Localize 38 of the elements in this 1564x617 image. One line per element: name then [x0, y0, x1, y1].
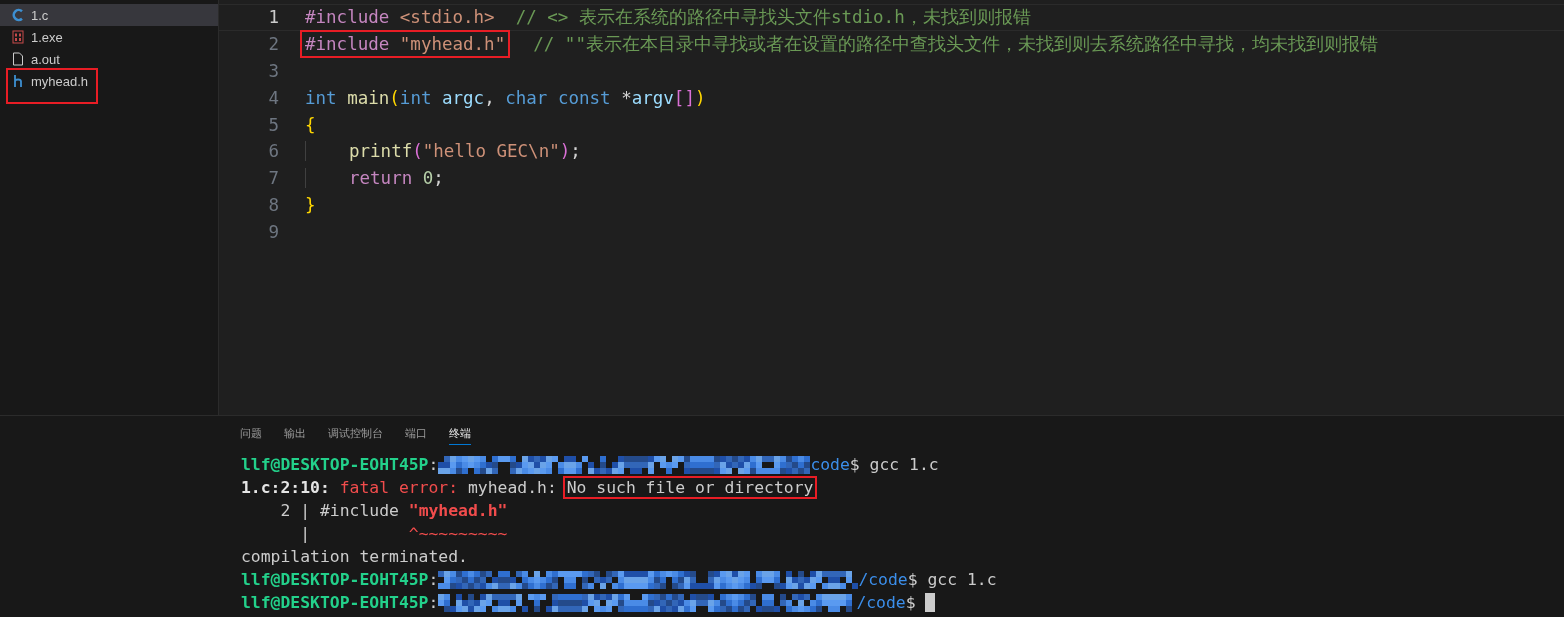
text-cursor: [925, 593, 936, 612]
terminal-text: llf@DESKTOP-EOHT45P:: [241, 593, 439, 612]
terminal-text: compilation terminated.: [241, 547, 468, 566]
panel-tab[interactable]: 终端: [449, 426, 471, 445]
file-item[interactable]: 1.exe: [0, 26, 218, 48]
file-item[interactable]: myhead.h: [0, 70, 218, 92]
line-number: 2: [267, 34, 280, 55]
code-text: #include <stdio.h> // <> 表示在系统的路径中寻找头文件stdio.h，未找到则报错: [305, 6, 1031, 30]
terminal-text: No such file or directory: [566, 478, 814, 497]
code-text: {: [305, 114, 316, 135]
terminal-text: /code$: [856, 593, 917, 612]
panel-tab[interactable]: 端口: [405, 426, 427, 445]
panel-tab[interactable]: 调试控制台: [328, 426, 383, 445]
line-number: 5: [267, 114, 280, 135]
terminal-text: code$ gcc 1.c: [810, 455, 939, 474]
line-number: 3: [267, 61, 280, 81]
line-number: 1: [267, 7, 280, 28]
line-number: 8: [267, 194, 280, 215]
panel-tab[interactable]: 输出: [284, 426, 306, 445]
code-text: return 0;: [349, 168, 444, 189]
line-number: 4: [267, 87, 280, 108]
code-text: #include "myhead.h": [305, 34, 506, 55]
file-item[interactable]: 1.c: [0, 4, 218, 26]
code-text: }: [305, 194, 316, 215]
terminal-text: | ^~~~~~~~~~: [299, 524, 508, 543]
code-text: int main(int argc, char const *argv[]): [305, 87, 706, 108]
line-number: 6: [267, 141, 280, 162]
terminal-text: 1.c:2:10: fatal error: myhead.h:: [241, 478, 558, 497]
line-number: 9: [267, 221, 280, 242]
terminal-text: 2 | #include "myhead.h": [279, 501, 508, 520]
file-item[interactable]: a.out: [0, 48, 218, 70]
terminal-text: /code$ gcc 1.c: [858, 570, 997, 589]
line-number: 7: [267, 168, 280, 189]
code-text: printf("hello GEC\n");: [349, 141, 581, 162]
code-text: // ""表示在本目录中寻找或者在设置的路径中查找头文件，未找到则去系统路径中寻找，均未找到则报错: [532, 33, 1378, 57]
terminal-text: llf@DESKTOP-EOHT45P:: [241, 570, 439, 589]
panel-tab[interactable]: 问题: [240, 426, 262, 445]
terminal-text: llf@DESKTOP-EOHT45P:: [241, 455, 439, 474]
